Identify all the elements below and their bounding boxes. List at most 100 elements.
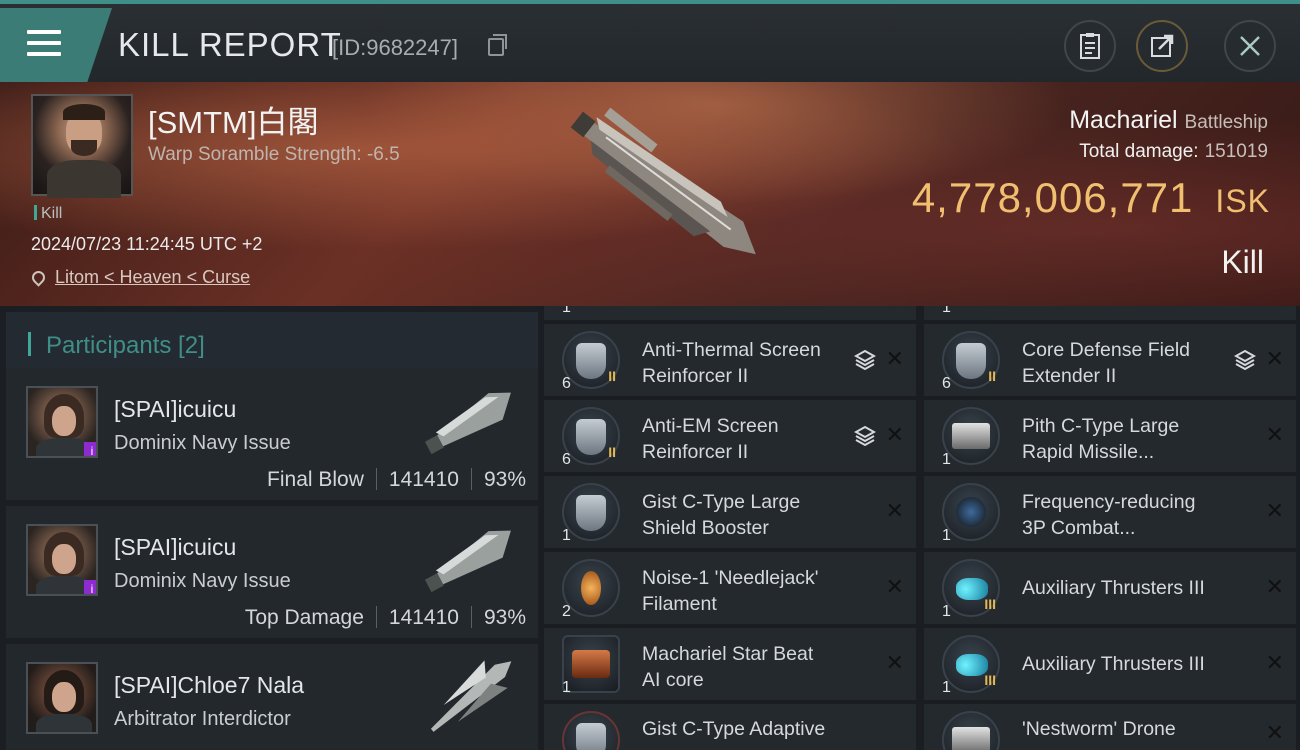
report-id: [ID:9682247]: [332, 35, 458, 60]
module-item[interactable]: 'Nestworm' Drone ✕: [924, 704, 1296, 750]
participant-percent: 93%: [483, 468, 526, 491]
module-quantity: 1: [942, 527, 951, 544]
shield-module-icon: [562, 711, 620, 750]
module-item[interactable]: 1: [544, 306, 916, 320]
module-quantity: 1: [942, 679, 951, 696]
kill-location[interactable]: Litom < Heaven < Curse: [29, 267, 250, 288]
menu-button[interactable]: [0, 8, 112, 82]
remove-icon[interactable]: ✕: [1266, 574, 1284, 600]
module-quantity: 1: [562, 306, 571, 316]
ship-name-line: Machariel Battleship: [1069, 106, 1268, 135]
total-damage-label: Total damage:: [1079, 141, 1199, 162]
remove-icon[interactable]: ✕: [886, 574, 904, 600]
participant-portrait[interactable]: [26, 662, 98, 734]
module-item[interactable]: Gist C-Type Adaptive: [544, 704, 916, 750]
participant-stats: Top Damage 141410 93%: [245, 606, 526, 630]
remove-icon[interactable]: ✕: [886, 498, 904, 524]
module-name: Gist C-Type Adaptive: [642, 718, 826, 740]
participant-portrait[interactable]: i: [26, 386, 98, 458]
participant-name: [SPAI]Chloe7 Nala: [114, 672, 305, 698]
module-quantity: 6: [562, 375, 571, 392]
victim-name[interactable]: [SMTM]白閣: [148, 97, 319, 142]
module-name: Core Defense Field Extender II: [1022, 339, 1190, 387]
module-item[interactable]: 1 Machariel Star Beat AI core ✕: [544, 628, 916, 700]
module-name: Frequency-reducing 3P Combat...: [1022, 491, 1196, 539]
module-item[interactable]: 1: [924, 306, 1296, 320]
module-quantity: 1: [942, 306, 951, 316]
participant-role: Final Blow: [267, 468, 364, 491]
ship-image: [570, 107, 756, 255]
module-item[interactable]: II 6 Core Defense Field Extender II ✕: [924, 324, 1296, 396]
location-link[interactable]: Litom < Heaven < Curse: [55, 267, 250, 287]
participant-ship: Dominix Navy Issue: [114, 570, 291, 592]
ship-name: Machariel: [1069, 106, 1178, 134]
module-item[interactable]: 1 Gist C-Type Large Shield Booster ✕: [544, 476, 916, 548]
kill-report-screen: KILL REPORT [ID:9682247] [SMTM]白閣 Warp S…: [0, 0, 1300, 750]
participant-ship: Dominix Navy Issue: [114, 432, 291, 454]
rank-badge: i: [84, 580, 96, 594]
remove-icon[interactable]: ✕: [886, 650, 904, 676]
drone-icon: [942, 711, 1000, 750]
close-button[interactable]: [1224, 20, 1276, 72]
participant-role: Top Damage: [244, 606, 364, 629]
participant-row[interactable]: i [SPAI]icuicu Dominix Navy Issue Top Da…: [6, 506, 538, 638]
module-item[interactable]: II 6 Anti-EM Screen Reinforcer II ✕: [544, 400, 916, 472]
total-damage-value: 151019: [1204, 141, 1268, 162]
module-item[interactable]: III 1 Auxiliary Thrusters III ✕: [924, 628, 1296, 700]
participant-ship-image: [424, 530, 511, 593]
module-item[interactable]: II 6 Anti-Thermal Screen Reinforcer II ✕: [544, 324, 916, 396]
remove-icon[interactable]: ✕: [1266, 650, 1284, 676]
victim-summary: [SMTM]白閣 Warp Soramble Strength: -6.5 Ki…: [0, 82, 1300, 306]
isk-value-line: 4,778,006,771 ISK: [912, 174, 1270, 222]
remove-icon[interactable]: ✕: [886, 346, 904, 372]
remove-icon[interactable]: ✕: [886, 422, 904, 448]
module-item[interactable]: 1 Pith C-Type Large Rapid Missile... ✕: [924, 400, 1296, 472]
module-quantity: 1: [562, 527, 571, 544]
module-quantity: 1: [942, 451, 951, 468]
remove-icon[interactable]: ✕: [1266, 346, 1284, 372]
module-name: Anti-EM Screen Reinforcer II: [642, 415, 779, 463]
remove-icon[interactable]: ✕: [1266, 422, 1284, 448]
menu-icon: [27, 30, 61, 56]
module-name: Noise-1 'Needlejack' Filament: [642, 567, 819, 615]
copy-icon[interactable]: [488, 34, 507, 56]
participant-portrait[interactable]: i: [26, 524, 98, 596]
victim-portrait[interactable]: [31, 94, 133, 198]
participant-name: [SPAI]icuicu: [114, 396, 237, 422]
isk-currency: ISK: [1215, 183, 1270, 219]
participant-ship-image: [430, 660, 512, 732]
share-button[interactable]: [1136, 20, 1188, 72]
clipboard-button[interactable]: [1064, 20, 1116, 72]
share-icon: [1151, 34, 1174, 57]
participants-title: Participants [2]: [46, 332, 205, 359]
module-name: Auxiliary Thrusters III: [1022, 577, 1205, 599]
module-item[interactable]: 1 Frequency-reducing 3P Combat... ✕: [924, 476, 1296, 548]
participant-row[interactable]: [SPAI]Chloe7 Nala Arbitrator Interdictor: [6, 644, 538, 750]
remove-icon[interactable]: ✕: [1266, 720, 1284, 746]
participant-ship: Arbitrator Interdictor: [114, 708, 291, 730]
clipboard-icon: [1080, 33, 1100, 59]
module-name: 'Nestworm' Drone: [1022, 718, 1176, 740]
module-quantity: 1: [562, 679, 571, 696]
kill-datetime: 2024/07/23 11:24:45 UTC +2: [31, 234, 263, 254]
stack-icon[interactable]: [854, 425, 876, 447]
participant-percent: 93%: [483, 606, 526, 629]
stack-icon[interactable]: [1234, 349, 1256, 371]
ship-class: Battleship: [1184, 112, 1268, 133]
stack-icon[interactable]: [854, 349, 876, 371]
participant-row[interactable]: i [SPAI]icuicu Dominix Navy Issue Final …: [6, 368, 538, 500]
page-title: KILL REPORT: [118, 26, 342, 63]
module-tier: II: [608, 444, 616, 460]
module-name: Gist C-Type Large Shield Booster: [642, 491, 801, 539]
participants-panel: Participants [2] i [SPAI]icuicu Dominix …: [0, 306, 540, 750]
participant-stats: Final Blow 141410 93%: [267, 468, 526, 492]
module-name: Machariel Star Beat AI core: [642, 643, 814, 691]
isk-value: 4,778,006,771: [911, 174, 1194, 221]
module-tier: II: [608, 368, 616, 384]
module-item[interactable]: 2 Noise-1 'Needlejack' Filament ✕: [544, 552, 916, 624]
remove-icon[interactable]: ✕: [1266, 498, 1284, 524]
module-item[interactable]: III 1 Auxiliary Thrusters III ✕: [924, 552, 1296, 624]
total-damage-line: Total damage: 151019: [1079, 141, 1268, 163]
module-quantity: 6: [942, 375, 951, 392]
participant-damage: 141410: [388, 606, 459, 629]
